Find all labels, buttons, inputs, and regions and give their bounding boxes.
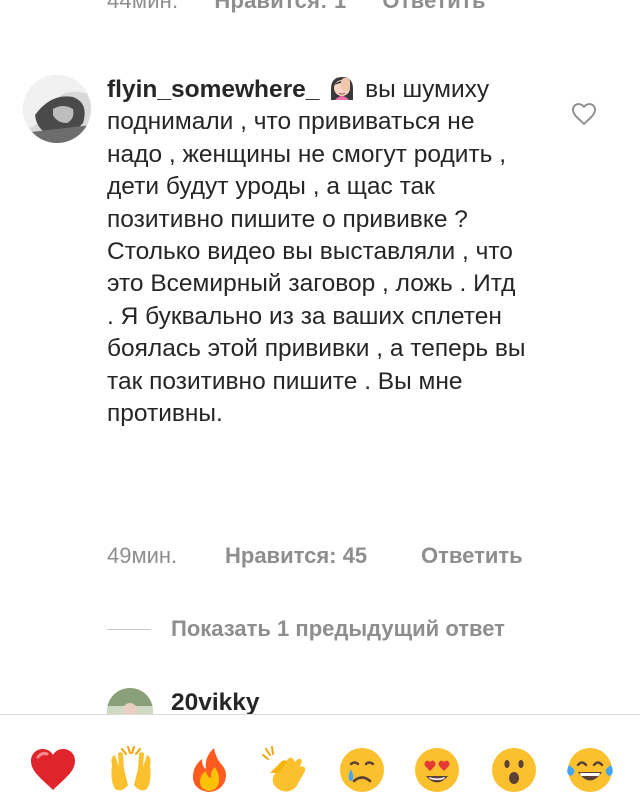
- comment-body: вы шумиху поднимали , что прививаться не…: [107, 76, 526, 428]
- raising-hands-icon[interactable]: [106, 745, 156, 795]
- previous-comment-time: 44мин.: [107, 0, 179, 13]
- crying-face-icon[interactable]: [337, 745, 387, 795]
- avatar-photo: [23, 75, 91, 143]
- show-replies-label: Показать 1 предыдущий ответ: [171, 616, 505, 641]
- red-heart-icon[interactable]: [28, 745, 78, 795]
- tears-of-joy-face-icon[interactable]: [565, 745, 615, 795]
- previous-comment-meta: 44мин. Нравится: 1 Ответить: [107, 0, 486, 16]
- face-palm-emoji-icon: [328, 74, 356, 102]
- comment-username[interactable]: flyin_somewhere_: [107, 76, 319, 103]
- comment-likes[interactable]: Нравится: 45: [225, 543, 421, 569]
- fire-icon[interactable]: [184, 745, 234, 795]
- like-heart-icon[interactable]: [570, 100, 598, 128]
- comment-reply-button[interactable]: Ответить: [421, 543, 523, 569]
- avatar[interactable]: [23, 75, 91, 143]
- heart-eyes-face-icon[interactable]: [412, 745, 462, 795]
- surprised-face-icon[interactable]: [489, 745, 539, 795]
- comment-time: 49мин.: [107, 543, 178, 568]
- comment-text: flyin_somewhere_ вы шумиху поднимали , ч…: [107, 74, 527, 430]
- previous-comment-reply-button[interactable]: Ответить: [382, 0, 485, 14]
- clapping-hands-icon[interactable]: [260, 745, 310, 795]
- previous-comment-likes[interactable]: Нравится: 1: [214, 0, 346, 14]
- comment-meta: 49мин. Нравится: 45 Ответить: [107, 540, 523, 572]
- replies-divider: [107, 628, 151, 630]
- quick-reaction-bar: [0, 714, 640, 812]
- show-previous-reply-button[interactable]: Показать 1 предыдущий ответ: [107, 614, 505, 644]
